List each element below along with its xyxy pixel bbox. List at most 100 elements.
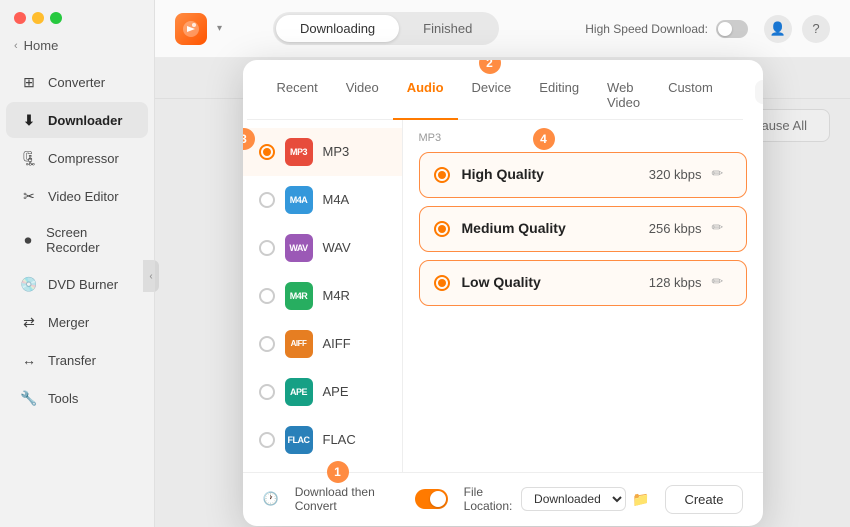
screen-recorder-icon: ⏺ — [20, 231, 36, 249]
home-label: Home — [24, 38, 59, 53]
high-speed-label: High Speed Download: — [585, 22, 708, 36]
mp3-radio-dot — [263, 148, 271, 156]
aiff-label: AIFF — [323, 336, 351, 351]
transfer-icon: ↔ — [20, 351, 38, 369]
tab-editing[interactable]: Editing — [525, 72, 593, 120]
sidebar-item-transfer[interactable]: ↔ Transfer — [6, 342, 148, 378]
sidebar-item-tools[interactable]: 🔧 Tools — [6, 380, 148, 416]
home-link[interactable]: ‹ Home — [0, 32, 154, 63]
quality-low-info: Low Quality — [462, 274, 649, 292]
tab-finished[interactable]: Finished — [399, 15, 496, 42]
quality-medium[interactable]: Medium Quality 256 kbps ✏ — [419, 206, 747, 252]
format-item-aiff[interactable]: AIFF AIFF — [243, 320, 402, 368]
user-icon[interactable]: 👤 — [764, 15, 792, 43]
compressor-label: Compressor — [48, 151, 119, 166]
converter-label: Converter — [48, 75, 105, 90]
sidebar: ‹ Home ⊞ Converter ⬇ Downloader 🗜 Compre… — [0, 0, 155, 527]
sidebar-item-dvd-burner[interactable]: 💿 DVD Burner — [6, 266, 148, 302]
quality-low-label: Low Quality — [462, 274, 541, 290]
format-item-ape[interactable]: APE APE — [243, 368, 402, 416]
quality-medium-kbps: 256 kbps — [649, 221, 702, 236]
quality-high[interactable]: High Quality 320 kbps ✏ — [419, 152, 747, 198]
flac-label: FLAC — [323, 432, 356, 447]
top-bar: ▾ Downloading Finished High Speed Downlo… — [155, 0, 850, 58]
create-button[interactable]: Create — [665, 485, 742, 514]
minimize-button[interactable] — [32, 12, 44, 24]
quality-high-label: High Quality — [462, 166, 544, 182]
format-item-wav[interactable]: WAV WAV — [243, 224, 402, 272]
folder-icon[interactable]: 📁 — [632, 491, 649, 508]
tab-recent[interactable]: Recent — [263, 72, 332, 120]
modal-footer: 1 🕐 Download then Convert File Location:… — [243, 472, 763, 526]
format-item-mp3[interactable]: MP3 MP3 — [243, 128, 402, 176]
download-convert-label: Download then Convert — [295, 485, 408, 513]
video-editor-icon: ✂ — [20, 187, 38, 205]
download-convert-row: Download then Convert — [295, 485, 448, 513]
sidebar-item-screen-recorder[interactable]: ⏺ Screen Recorder — [6, 216, 148, 264]
maximize-button[interactable] — [50, 12, 62, 24]
wav-icon: WAV — [285, 234, 313, 262]
m4r-label: M4R — [323, 288, 350, 303]
content-area: 2 3 4 Recent Video Audio Device Editing … — [155, 58, 850, 527]
tab-device[interactable]: Device — [458, 72, 526, 120]
toggle-knob — [718, 22, 732, 36]
dvd-burner-icon: 💿 — [20, 275, 38, 293]
quality-low-dot — [438, 279, 446, 287]
ape-icon: APE — [285, 378, 313, 406]
quality-medium-dot — [438, 225, 446, 233]
modal-body: MP3 MP3 M4A M4A WAV WAV — [243, 120, 763, 472]
logo-dropdown-icon[interactable]: ▾ — [217, 23, 222, 34]
quality-low[interactable]: Low Quality 128 kbps ✏ — [419, 260, 747, 306]
format-item-m4a[interactable]: M4A M4A — [243, 176, 402, 224]
mp3-radio — [259, 144, 275, 160]
merger-icon: ⇄ — [20, 313, 38, 331]
quality-high-edit-icon[interactable]: ✏ — [712, 165, 732, 185]
quality-high-info: High Quality — [462, 166, 649, 184]
downloader-icon: ⬇ — [20, 111, 38, 129]
quality-low-kbps: 128 kbps — [649, 275, 702, 290]
quality-low-edit-icon[interactable]: ✏ — [712, 273, 732, 293]
quality-panel: MP3 High Quality 320 kbps ✏ — [403, 120, 763, 472]
quality-format-label: MP3 — [419, 132, 747, 144]
tab-custom[interactable]: Custom — [654, 72, 727, 120]
quality-low-radio — [434, 275, 450, 291]
high-speed-toggle[interactable] — [716, 20, 748, 38]
quality-high-radio — [434, 167, 450, 183]
ape-label: APE — [323, 384, 349, 399]
tab-web-video[interactable]: Web Video — [593, 72, 654, 120]
tools-label: Tools — [48, 391, 78, 406]
m4r-radio — [259, 288, 275, 304]
aiff-radio — [259, 336, 275, 352]
chevron-left-icon: ‹ — [14, 40, 18, 52]
clock-icon: 🕐 — [263, 491, 279, 507]
tab-downloading[interactable]: Downloading — [276, 15, 399, 42]
format-item-flac[interactable]: FLAC FLAC — [243, 416, 402, 464]
sidebar-item-compressor[interactable]: 🗜 Compressor — [6, 140, 148, 176]
download-convert-toggle[interactable] — [415, 489, 447, 509]
m4a-label: M4A — [323, 192, 350, 207]
screen-recorder-label: Screen Recorder — [46, 225, 134, 255]
flac-radio — [259, 432, 275, 448]
search-box[interactable]: 🔍 — [755, 80, 763, 104]
sidebar-item-video-editor[interactable]: ✂ Video Editor — [6, 178, 148, 214]
format-modal: 2 3 4 Recent Video Audio Device Editing … — [243, 60, 763, 526]
download-tab-group: Downloading Finished — [273, 12, 499, 45]
help-icon[interactable]: ? — [802, 15, 830, 43]
format-item-m4r[interactable]: M4R M4R — [243, 272, 402, 320]
close-button[interactable] — [14, 12, 26, 24]
wav-label: WAV — [323, 240, 351, 255]
sidebar-item-merger[interactable]: ⇄ Merger — [6, 304, 148, 340]
badge-1: 1 — [327, 461, 349, 483]
sidebar-item-converter[interactable]: ⊞ Converter — [6, 64, 148, 100]
location-select[interactable]: Downloaded — [521, 487, 626, 511]
mp3-icon: MP3 — [285, 138, 313, 166]
video-editor-label: Video Editor — [48, 189, 119, 204]
tab-audio[interactable]: Audio — [393, 72, 458, 120]
sidebar-item-downloader[interactable]: ⬇ Downloader — [6, 102, 148, 138]
badge-4: 4 — [533, 128, 555, 150]
file-location-label: File Location: — [464, 485, 515, 513]
format-tabs-row: Recent Video Audio Device Editing Web Vi… — [243, 60, 763, 120]
tab-video[interactable]: Video — [332, 72, 393, 120]
quality-medium-edit-icon[interactable]: ✏ — [712, 219, 732, 239]
high-speed-toggle-row: High Speed Download: — [585, 20, 748, 38]
